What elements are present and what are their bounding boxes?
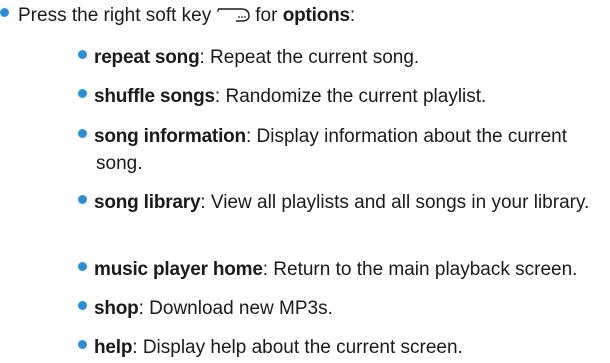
option-description: : Download new MP3s. [138, 298, 333, 319]
option-term: music player home [94, 259, 263, 280]
bullet-icon [78, 195, 87, 205]
options-instruction: Press the right soft key for options: [0, 4, 355, 28]
option-song-library: song library: View all playlists and all… [78, 189, 606, 216]
option-term: repeat song [94, 47, 200, 68]
bullet-icon [78, 129, 87, 139]
bullet-icon [78, 50, 87, 60]
bullet-icon [78, 89, 87, 99]
bullet-icon [78, 262, 87, 272]
option-description: : Return to the main playback screen. [262, 259, 578, 280]
option-help: help: Display help about the current scr… [78, 334, 606, 361]
option-description: : Repeat the current song. [199, 47, 420, 68]
instruction-suffix: : [349, 5, 356, 26]
option-repeat-song: repeat song: Repeat the current song. [78, 44, 606, 71]
option-shop: shop: Download new MP3s. [78, 295, 606, 322]
bullet-icon [0, 8, 9, 18]
option-term: shop [94, 298, 139, 319]
option-term: song library [94, 192, 201, 213]
option-shuffle-songs: shuffle songs: Randomize the current pla… [78, 83, 606, 110]
option-description: : View all playlists and all songs in yo… [200, 192, 590, 213]
instruction-bold-options: options [282, 5, 350, 26]
document-page: Press the right soft key for options: re… [0, 0, 610, 363]
instruction-prefix: Press the right soft key [18, 5, 212, 26]
bullet-icon [78, 340, 87, 350]
option-music-player-home: music player home: Return to the main pl… [78, 256, 606, 283]
option-term: help [94, 337, 133, 358]
option-song-information: song information: Display information ab… [78, 123, 606, 177]
instruction-middle: for [255, 5, 278, 26]
option-term: song information [94, 126, 246, 147]
bullet-icon [78, 301, 87, 311]
right-soft-key-icon [217, 8, 250, 22]
option-description: : Randomize the current playlist. [214, 86, 487, 107]
option-description: : Display help about the current screen. [132, 337, 463, 358]
option-term: shuffle songs [94, 86, 215, 107]
